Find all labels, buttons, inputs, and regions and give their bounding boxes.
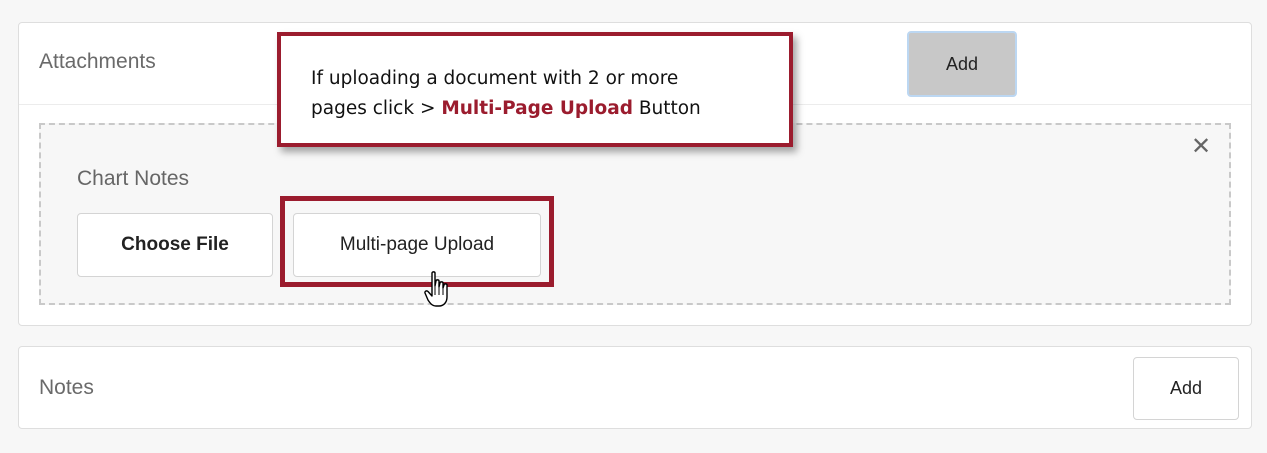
add-note-button[interactable]: Add [1133,357,1239,420]
close-icon[interactable]: ✕ [1191,135,1211,159]
callout-line-1: If uploading a document with 2 or more [311,68,679,89]
add-attachment-button[interactable]: Add [907,31,1017,97]
instruction-callout: If uploading a document with 2 or more p… [277,32,793,147]
choose-file-button[interactable]: Choose File [77,213,273,277]
attachments-title: Attachments [39,50,156,73]
multi-page-upload-highlight [280,196,554,287]
attachment-type-label: Chart Notes [77,167,190,190]
callout-highlight-text: Multi-Page Upload [441,98,633,119]
notes-title: Notes [39,376,94,399]
hand-cursor-icon [424,271,448,307]
notes-panel: Notes Add [18,346,1252,429]
callout-line-2-suffix: Button [632,98,701,119]
callout-line-2-prefix: pages click > [311,98,442,119]
attachment-upload-item: Chart Notes ✕ Choose File Multi-page Upl… [39,123,1231,305]
